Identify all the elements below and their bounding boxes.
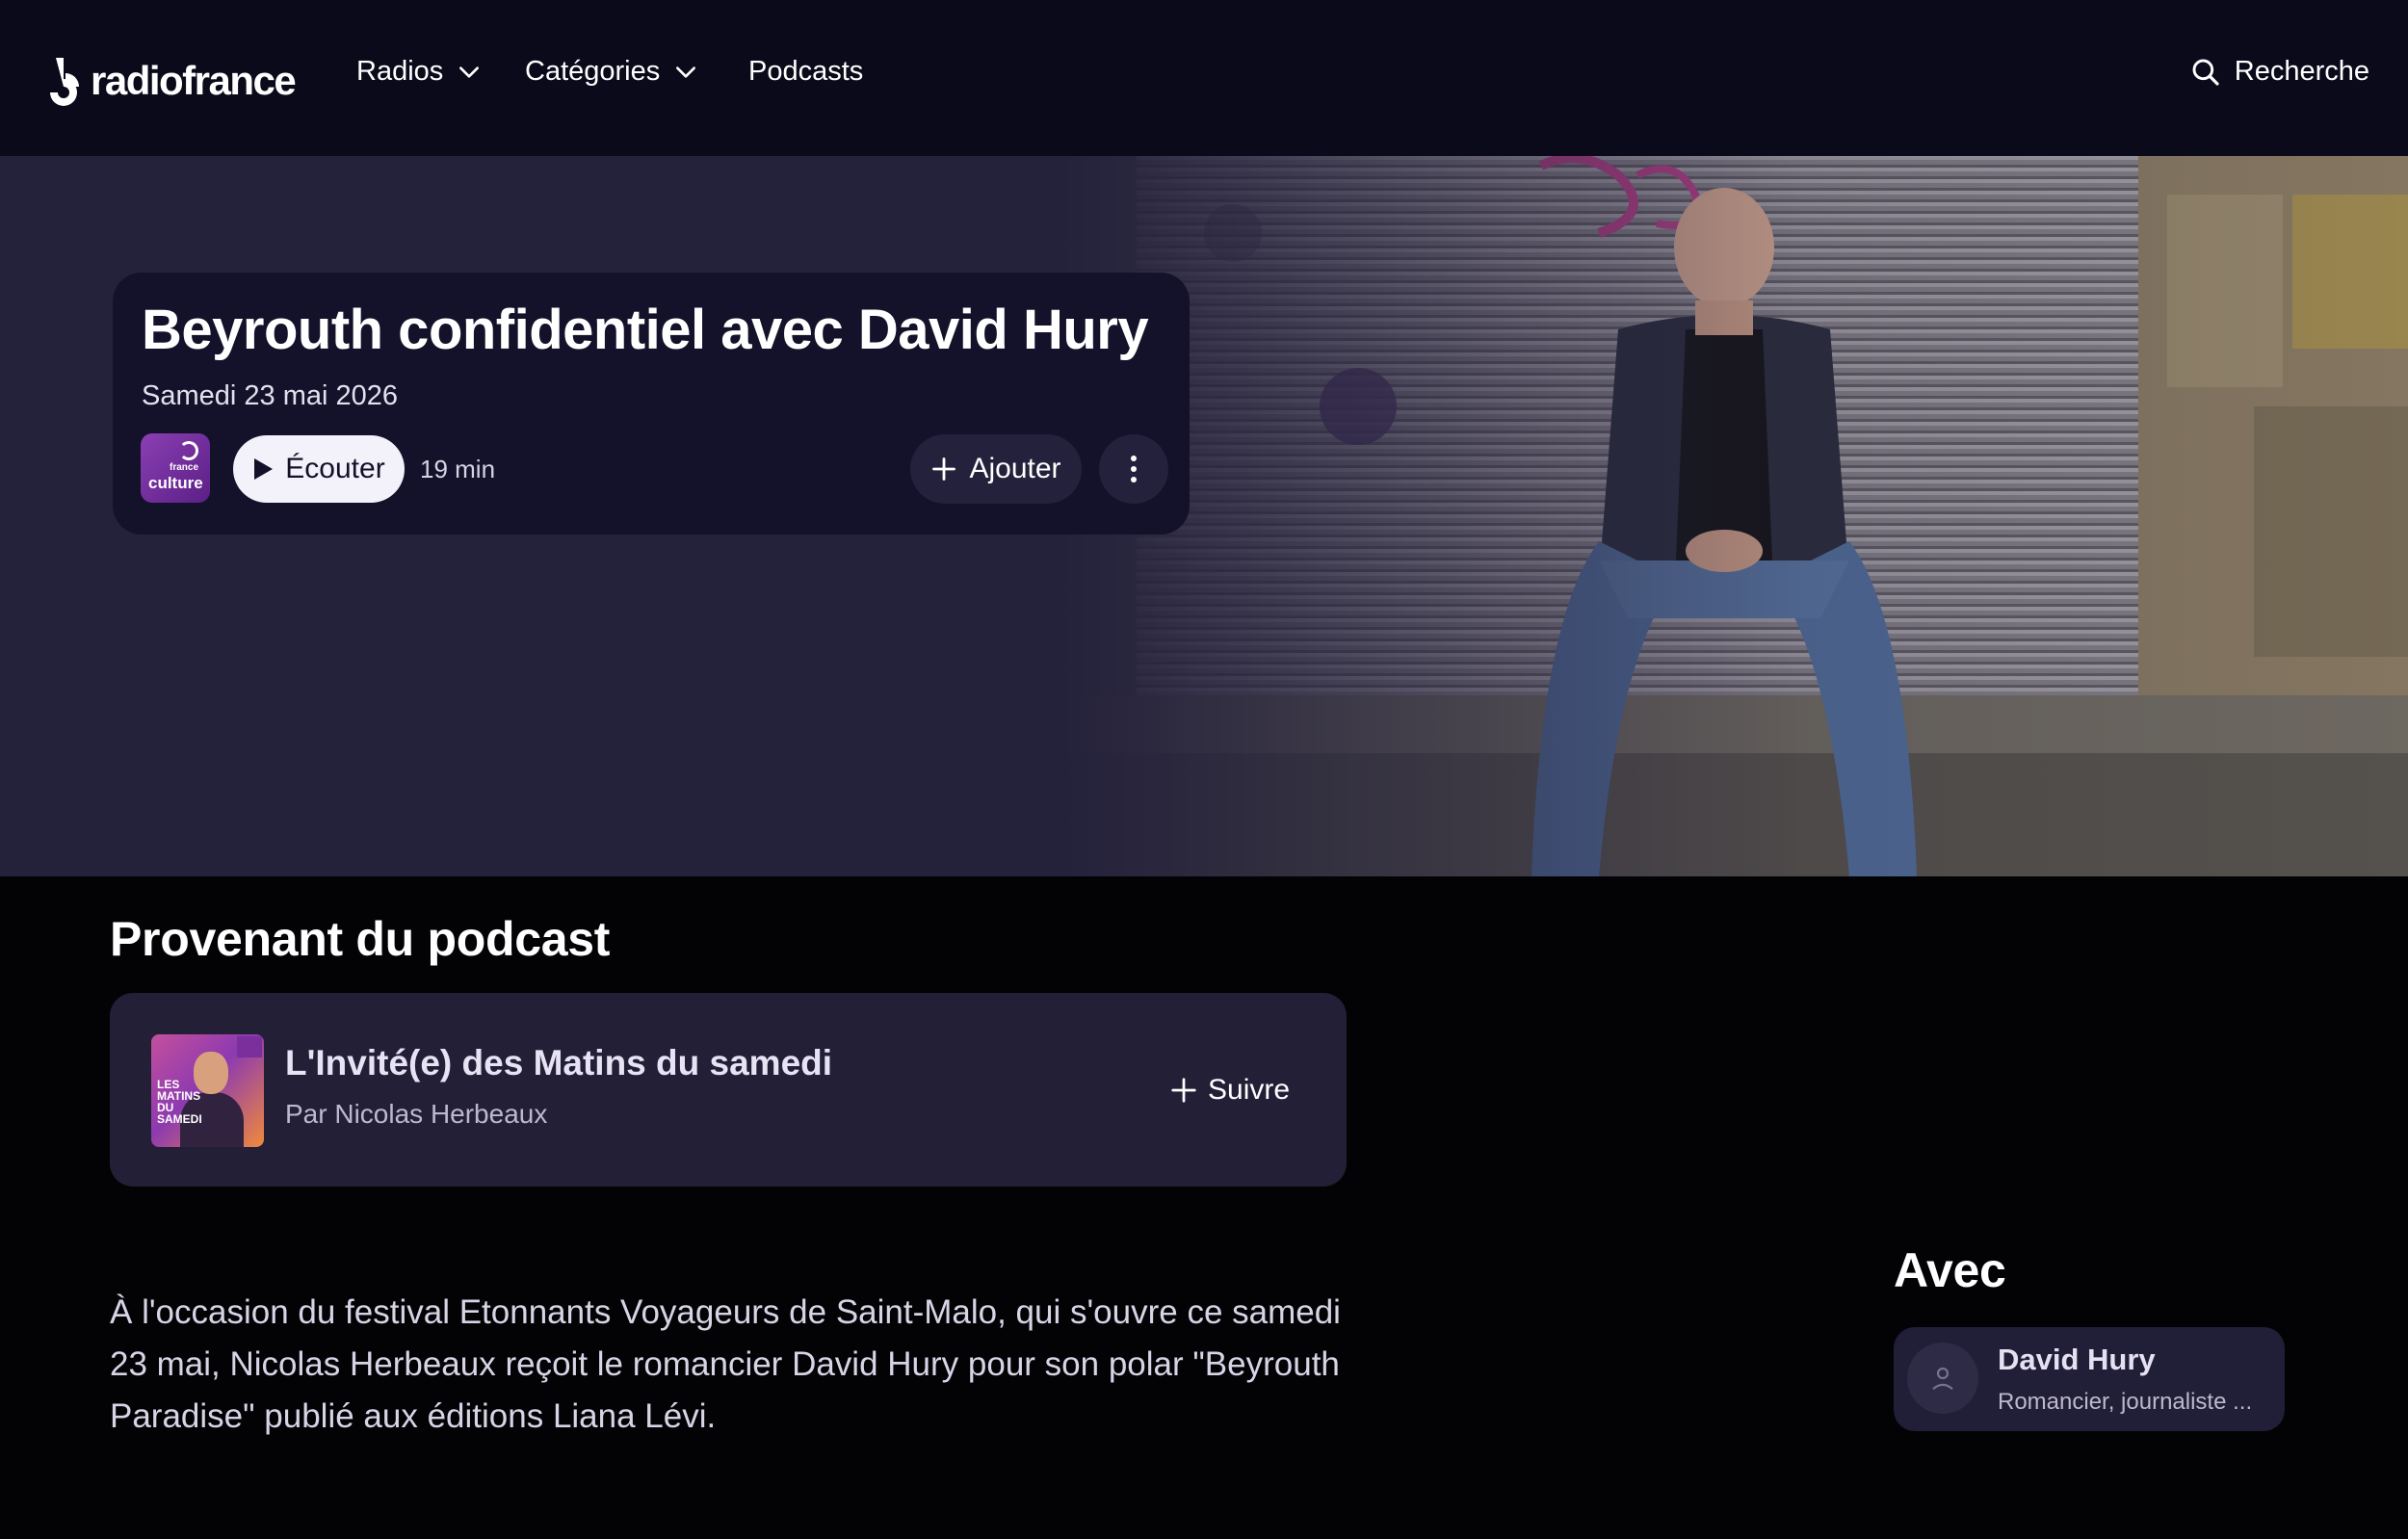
top-navbar: radiofrance Radios Catégories Podcasts R… xyxy=(0,0,2408,156)
podcast-section-heading: Provenant du podcast xyxy=(110,912,611,966)
plus-icon xyxy=(932,457,956,481)
search-label: Recherche xyxy=(2234,56,2369,87)
radiofrance-logo[interactable]: radiofrance xyxy=(39,52,297,110)
follow-button[interactable]: Suivre xyxy=(1169,1064,1290,1116)
search-icon xyxy=(2192,59,2219,86)
guest-card[interactable]: David Hury Romancier, journaliste ... xyxy=(1894,1327,2285,1431)
episode-card: Beyrouth confidentiel avec David Hury Sa… xyxy=(113,273,1190,535)
station-logo-mark xyxy=(179,441,198,460)
nav-categories-label: Catégories xyxy=(525,56,661,87)
station-logo-line2: culture xyxy=(148,474,203,492)
station-logo-line1: france xyxy=(169,462,198,473)
logo-text: radiofrance xyxy=(91,58,297,103)
guest-role: Romancier, journaliste ... xyxy=(1998,1389,2253,1415)
episode-hero: Beyrouth confidentiel avec David Hury Sa… xyxy=(0,156,2408,876)
plus-icon xyxy=(1171,1078,1196,1103)
listen-button[interactable]: Écouter xyxy=(233,435,405,503)
search-button[interactable]: Recherche xyxy=(2190,56,2369,88)
podcast-title: L'Invité(e) des Matins du samedi xyxy=(285,1043,833,1083)
play-icon xyxy=(254,458,274,480)
nav-podcasts-label: Podcasts xyxy=(748,56,864,87)
station-logo[interactable]: france culture xyxy=(141,433,210,503)
avatar xyxy=(1907,1343,1978,1414)
podcast-cover: LES MATINS DU SAMEDI xyxy=(151,1034,264,1147)
podcast-card[interactable]: LES MATINS DU SAMEDI L'Invité(e) des Mat… xyxy=(110,993,1347,1187)
follow-button-label: Suivre xyxy=(1208,1074,1291,1106)
radiofrance-logo-icon xyxy=(50,58,79,106)
podcast-author: Par Nicolas Herbeaux xyxy=(285,1099,548,1129)
more-options-button[interactable] xyxy=(1099,434,1168,504)
nav-podcasts[interactable]: Podcasts xyxy=(748,56,863,88)
listen-button-label: Écouter xyxy=(285,453,385,484)
nav-radios[interactable]: Radios xyxy=(356,56,482,88)
cover-title-text: LES MATINS DU SAMEDI xyxy=(157,1078,202,1126)
user-icon xyxy=(1932,1367,1953,1391)
episode-date: Samedi 23 mai 2026 xyxy=(142,380,398,411)
add-button[interactable]: Ajouter xyxy=(910,434,1082,504)
episode-duration: 19 min xyxy=(420,455,496,483)
chevron-down-icon xyxy=(676,65,696,78)
cover-station-badge xyxy=(237,1036,262,1057)
nav-radios-label: Radios xyxy=(356,56,444,87)
nav-categories[interactable]: Catégories xyxy=(525,56,698,88)
episode-description: À l'occasion du festival Etonnants Voyag… xyxy=(110,1293,1341,1435)
guest-name: David Hury xyxy=(1998,1343,2156,1376)
chevron-down-icon xyxy=(459,65,480,78)
guests-section-heading: Avec xyxy=(1894,1243,2006,1297)
episode-title: Beyrouth confidentiel avec David Hury xyxy=(142,299,1149,361)
more-vertical-icon xyxy=(1131,456,1137,483)
add-button-label: Ajouter xyxy=(969,453,1061,484)
